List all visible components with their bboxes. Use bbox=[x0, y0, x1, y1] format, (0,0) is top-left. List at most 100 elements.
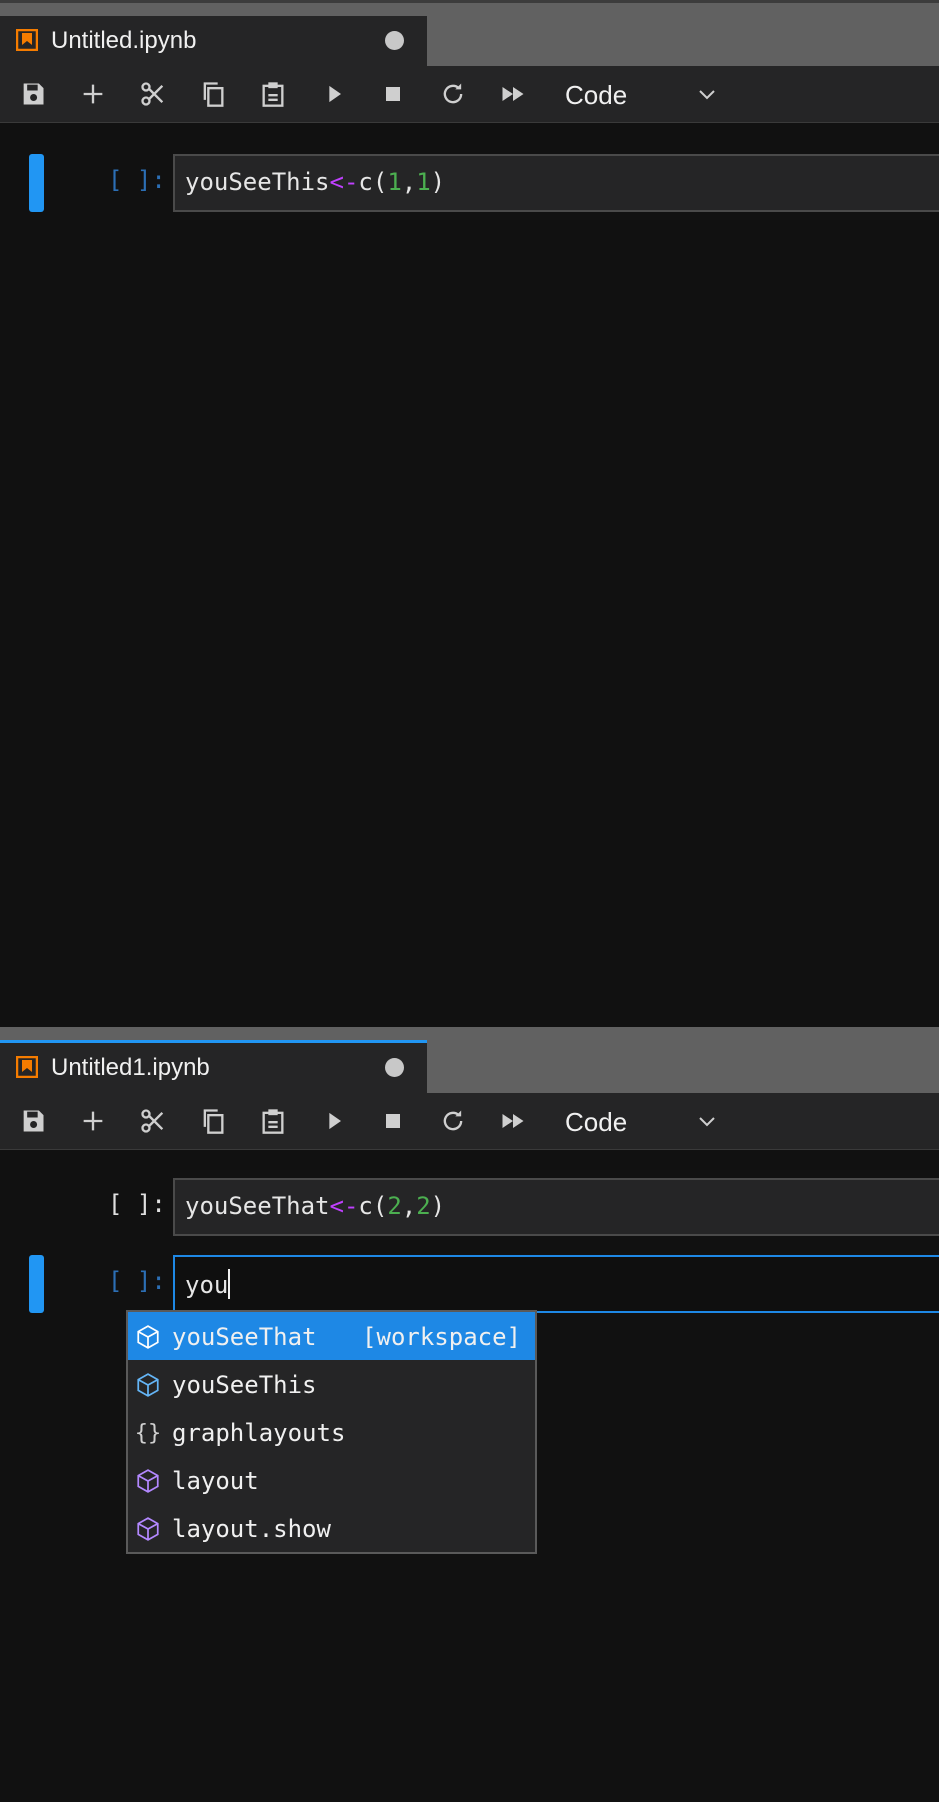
code-separator: , bbox=[401, 168, 417, 196]
completion-label: layout bbox=[172, 1467, 259, 1495]
add-cell-button[interactable] bbox=[75, 76, 111, 112]
code-close-paren: ) bbox=[430, 168, 446, 196]
code-cell[interactable]: [ ]: youSeeThis<-c(1,1) bbox=[0, 154, 939, 212]
completion-item[interactable]: layout.show bbox=[128, 1504, 535, 1552]
paste-button[interactable] bbox=[255, 1103, 291, 1139]
restart-icon bbox=[443, 83, 463, 104]
function-cube-icon bbox=[134, 1467, 162, 1495]
cell-type-label: Code bbox=[565, 80, 628, 110]
cell-editor[interactable]: youSeeThat<-c(2,2) bbox=[173, 1178, 939, 1236]
chevron-down-icon bbox=[699, 1117, 715, 1127]
code-number: 1 bbox=[416, 168, 431, 196]
cell-type-dropdown[interactable]: Code bbox=[565, 76, 725, 112]
add-cell-icon bbox=[83, 1111, 103, 1131]
assign-operator: <- bbox=[329, 1192, 359, 1220]
autocomplete-popup: youSeeThat [workspace] youSeeThis {} gra… bbox=[126, 1310, 537, 1554]
namespace-braces-icon: {} bbox=[134, 1420, 162, 1446]
code-cell[interactable]: [ ]: youSeeThat<-c(2,2) bbox=[0, 1178, 939, 1236]
cell-type-label: Code bbox=[565, 1107, 628, 1137]
chevron-down-icon bbox=[699, 90, 715, 100]
cut-icon bbox=[141, 1109, 164, 1133]
cut-icon bbox=[141, 82, 164, 106]
completion-item[interactable]: layout bbox=[128, 1456, 535, 1504]
stop-button[interactable] bbox=[375, 1103, 411, 1139]
save-button[interactable] bbox=[15, 1103, 51, 1139]
save-icon bbox=[23, 1110, 44, 1132]
code-identifier: youSeeThis bbox=[185, 168, 330, 196]
completion-label: youSeeThat bbox=[172, 1323, 317, 1351]
assign-operator: <- bbox=[329, 168, 359, 196]
cell-collapser[interactable] bbox=[29, 1255, 44, 1313]
variable-cube-icon bbox=[134, 1323, 162, 1351]
code-cell-active[interactable]: [ ]: you bbox=[0, 1255, 939, 1313]
notebook-panel-1: Untitled.ipynb Code []: youSeeThis<-c(1… bbox=[0, 0, 939, 1027]
cut-button[interactable] bbox=[135, 76, 171, 112]
completion-label: graphlayouts bbox=[172, 1419, 346, 1447]
code-function: c( bbox=[358, 168, 388, 196]
tab-untitled1-ipynb[interactable]: Untitled1.ipynb bbox=[0, 1040, 427, 1093]
run-button[interactable] bbox=[316, 76, 352, 112]
tab-title: Untitled.ipynb bbox=[51, 27, 197, 54]
restart-button[interactable] bbox=[435, 76, 471, 112]
run-icon bbox=[329, 85, 341, 103]
cell-collapser[interactable] bbox=[29, 154, 44, 212]
completion-type: [workspace] bbox=[362, 1323, 521, 1351]
save-button[interactable] bbox=[15, 76, 51, 112]
paste-button[interactable] bbox=[255, 76, 291, 112]
code-number: 2 bbox=[387, 1192, 402, 1220]
add-cell-button[interactable] bbox=[75, 1103, 111, 1139]
function-cube-icon bbox=[134, 1515, 162, 1543]
input-prompt: [ ]: bbox=[108, 1190, 166, 1218]
notebook-icon bbox=[16, 29, 38, 51]
tab-title: Untitled1.ipynb bbox=[51, 1054, 210, 1081]
add-cell-icon bbox=[83, 84, 103, 104]
completion-item[interactable]: youSeeThis bbox=[128, 1360, 535, 1408]
restart-button[interactable] bbox=[435, 1103, 471, 1139]
run-all-button[interactable] bbox=[495, 76, 531, 112]
tab-bar-edge bbox=[0, 0, 939, 3]
completion-label: youSeeThis bbox=[172, 1371, 317, 1399]
completion-item[interactable]: {} graphlayouts bbox=[128, 1408, 535, 1456]
copy-icon bbox=[203, 82, 224, 107]
code-function: c( bbox=[358, 1192, 388, 1220]
tab-untitled-ipynb[interactable]: Untitled.ipynb bbox=[0, 16, 427, 66]
code-close-paren: ) bbox=[430, 1192, 446, 1220]
stop-button[interactable] bbox=[375, 76, 411, 112]
notebook-toolbar: Code bbox=[0, 1093, 939, 1150]
notebook-icon bbox=[16, 1056, 38, 1078]
paste-icon bbox=[262, 1109, 284, 1134]
cut-button[interactable] bbox=[135, 1103, 171, 1139]
code-line: youSeeThis<-c(1,1) bbox=[185, 168, 445, 196]
code-line: youSeeThat<-c(2,2) bbox=[185, 1192, 445, 1220]
code-separator: , bbox=[401, 1192, 417, 1220]
run-icon bbox=[329, 1112, 341, 1130]
cell-type-dropdown[interactable]: Code bbox=[565, 1103, 725, 1139]
copy-button[interactable] bbox=[195, 76, 231, 112]
input-prompt: [ ]: bbox=[108, 1267, 166, 1295]
copy-button[interactable] bbox=[195, 1103, 231, 1139]
paste-icon bbox=[262, 82, 284, 107]
notebook-toolbar: Code bbox=[0, 66, 939, 123]
typed-text: you bbox=[185, 1271, 229, 1299]
stop-icon bbox=[386, 87, 400, 101]
copy-icon bbox=[203, 1109, 224, 1134]
run-all-button[interactable] bbox=[495, 1103, 531, 1139]
restart-icon bbox=[443, 1110, 463, 1131]
run-button[interactable] bbox=[316, 1103, 352, 1139]
variable-cube-icon bbox=[134, 1371, 162, 1399]
cell-editor[interactable]: youSeeThis<-c(1,1) bbox=[173, 154, 939, 212]
completion-label: layout.show bbox=[172, 1515, 331, 1543]
unsaved-dot-icon[interactable] bbox=[385, 1058, 404, 1077]
cell-editor-focused[interactable]: you bbox=[173, 1255, 939, 1313]
stop-icon bbox=[386, 1114, 400, 1128]
code-number: 2 bbox=[416, 1192, 431, 1220]
code-number: 1 bbox=[387, 168, 402, 196]
tab-bar: Untitled1.ipynb bbox=[0, 1027, 939, 1093]
code-identifier: youSeeThat bbox=[185, 1192, 330, 1220]
tab-bar: Untitled.ipynb bbox=[0, 0, 939, 66]
completion-item[interactable]: youSeeThat [workspace] bbox=[128, 1312, 535, 1360]
run-all-icon bbox=[502, 87, 524, 101]
unsaved-dot-icon[interactable] bbox=[385, 31, 404, 50]
text-caret bbox=[228, 1269, 231, 1299]
run-all-icon bbox=[502, 1114, 524, 1128]
